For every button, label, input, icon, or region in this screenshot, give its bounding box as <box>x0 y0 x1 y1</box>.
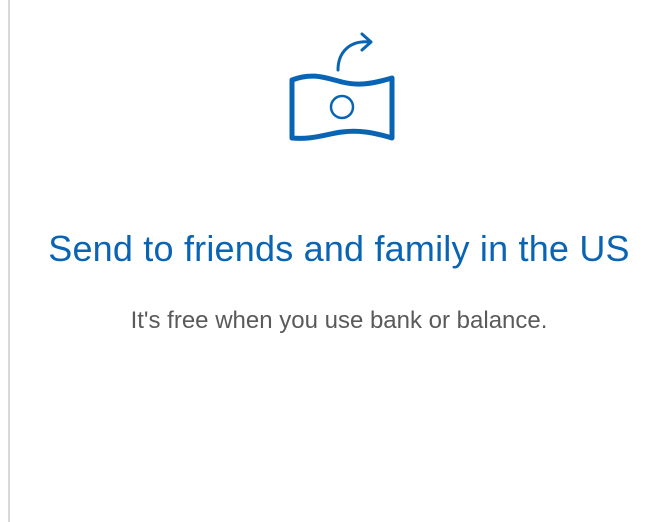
page: Send to friends and family in the US It'… <box>0 0 668 522</box>
send-to-friends-card[interactable]: Send to friends and family in the US It'… <box>10 0 668 522</box>
card-description: It's free when you use bank or balance. <box>130 307 548 334</box>
card-title: Send to friends and family in the US <box>48 228 630 269</box>
send-money-icon <box>274 26 404 141</box>
